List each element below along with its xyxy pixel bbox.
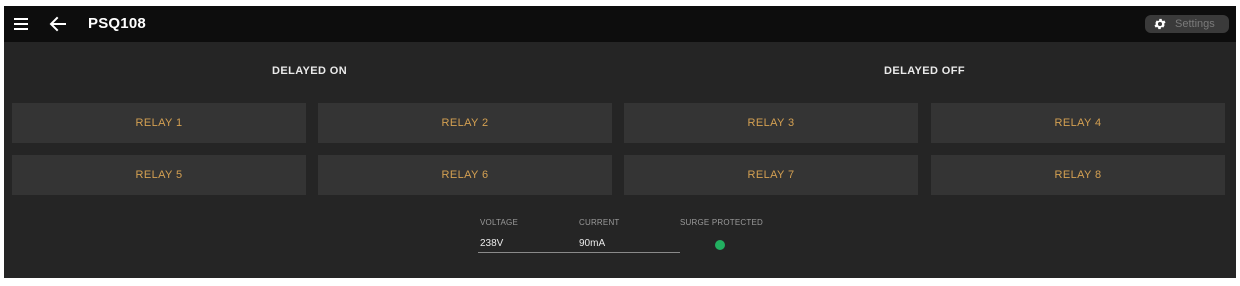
current-label: CURRENT: [579, 218, 620, 227]
current-value: 90mA: [579, 238, 606, 249]
relay-7-button[interactable]: RELAY 7: [624, 155, 918, 195]
settings-button[interactable]: Settings: [1145, 15, 1229, 33]
relay-6-button[interactable]: RELAY 6: [318, 155, 612, 195]
arrow-left-icon[interactable]: [48, 14, 68, 34]
delayed-off-heading: DELAYED OFF: [884, 65, 966, 77]
voltage-label: VOLTAGE: [480, 218, 519, 227]
status-divider: [478, 252, 680, 253]
relay-1-button[interactable]: RELAY 1: [12, 103, 306, 143]
delayed-on-heading: DELAYED ON: [272, 65, 348, 77]
surge-status-indicator: [715, 240, 725, 250]
app-window: PSQ108 Settings DELAYED ON DELAYED OFF R…: [4, 6, 1236, 278]
relay-2-button[interactable]: RELAY 2: [318, 103, 612, 143]
relay-3-button[interactable]: RELAY 3: [624, 103, 918, 143]
settings-label: Settings: [1175, 18, 1215, 30]
top-bar: PSQ108 Settings: [4, 6, 1236, 42]
relay-5-button[interactable]: RELAY 5: [12, 155, 306, 195]
voltage-value: 238V: [480, 238, 504, 249]
page-title: PSQ108: [88, 15, 146, 32]
menu-icon[interactable]: [14, 17, 28, 31]
surge-protected-label: SURGE PROTECTED: [680, 218, 764, 227]
relay-4-button[interactable]: RELAY 4: [931, 103, 1225, 143]
relay-8-button[interactable]: RELAY 8: [931, 155, 1225, 195]
gear-icon: [1154, 18, 1166, 30]
